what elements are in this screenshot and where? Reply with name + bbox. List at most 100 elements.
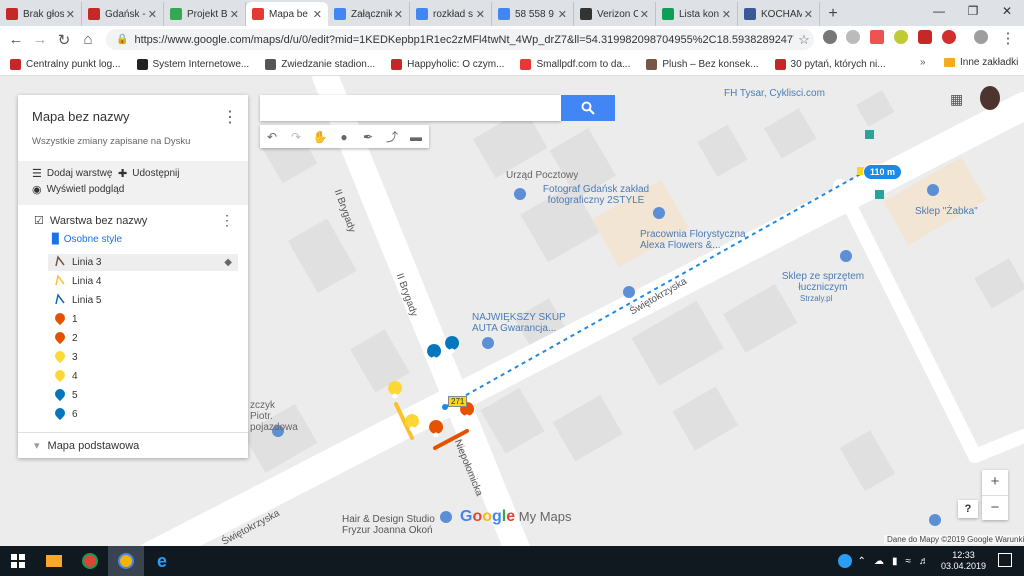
add-marker-icon[interactable]: ● bbox=[332, 130, 356, 144]
cloud-icon[interactable]: ☁ bbox=[874, 556, 884, 567]
browser-tab[interactable]: 58 558 9 ✕ bbox=[492, 2, 574, 26]
wifi-icon[interactable]: ≈ bbox=[905, 556, 911, 567]
map-title[interactable]: Mapa bez nazwy bbox=[32, 109, 130, 124]
back-button[interactable]: ← bbox=[4, 31, 28, 48]
share-button[interactable]: ✚ Udostępnij bbox=[118, 167, 179, 180]
edge-icon[interactable]: e bbox=[144, 546, 180, 576]
legend-marker-item[interactable]: 5 bbox=[48, 386, 238, 404]
legend-marker-item[interactable]: 3 bbox=[48, 348, 238, 366]
extension-icon[interactable] bbox=[846, 30, 860, 44]
tab-close-icon[interactable]: ✕ bbox=[804, 8, 813, 21]
home-icon[interactable]: ⌂ bbox=[76, 31, 100, 48]
apps-grid-icon[interactable]: ▦ bbox=[950, 91, 963, 108]
address-bar[interactable]: 🔒 https://www.google.com/maps/d/u/0/edit… bbox=[106, 29, 814, 50]
map-attribution[interactable]: Dane do Mapy ©2019 Google Warunki bbox=[884, 535, 1024, 544]
browser-tab[interactable]: Załącznik ✕ bbox=[328, 2, 410, 26]
battery-icon[interactable]: ▮ bbox=[892, 556, 898, 567]
chrome-icon-active[interactable] bbox=[108, 546, 144, 576]
new-tab-button[interactable]: + bbox=[820, 2, 846, 26]
bookmark-item[interactable]: Happyholic: O czym... bbox=[391, 58, 504, 70]
poi-label[interactable]: Urząd Pocztowy bbox=[506, 170, 578, 181]
reload-button[interactable]: ↻ bbox=[52, 31, 76, 49]
legend-line-item[interactable]: Linia 3 ◆ bbox=[48, 254, 238, 271]
start-button[interactable] bbox=[0, 546, 36, 576]
poi-label[interactable]: Sklep ze sprzętem łuczniczym bbox=[778, 271, 868, 293]
restore-button[interactable]: ❐ bbox=[956, 0, 990, 24]
minimize-button[interactable]: — bbox=[922, 0, 956, 24]
legend-line-item[interactable]: Linia 5 bbox=[48, 292, 238, 309]
panel-more-icon[interactable]: ⋮ bbox=[222, 107, 238, 127]
browser-tab[interactable]: Mapa be ✕ bbox=[246, 2, 328, 26]
user-avatar[interactable] bbox=[980, 86, 1000, 110]
map-search-input[interactable] bbox=[260, 95, 561, 121]
base-map-toggle[interactable]: ▾ Mapa podstawowa bbox=[34, 439, 139, 453]
layer-header[interactable]: ☑ Warstwa bez nazwy bbox=[34, 214, 147, 228]
tab-close-icon[interactable]: ✕ bbox=[313, 8, 322, 21]
draw-line-icon[interactable]: ✒ bbox=[356, 130, 380, 144]
poi-label[interactable]: FH Tysar, Cyklisci.com bbox=[724, 88, 825, 99]
poi-label[interactable]: NAJWIĘKSZY SKUP AUTA Gwarancja... bbox=[472, 312, 568, 334]
volume-icon[interactable]: ♬ bbox=[919, 556, 929, 567]
bookmark-item[interactable]: Plush – Bez konsek... bbox=[646, 58, 759, 70]
poi-label[interactable]: zczyk Piotr. pojazdowa bbox=[250, 400, 300, 433]
notifications-icon[interactable] bbox=[998, 553, 1012, 567]
tab-close-icon[interactable]: ✕ bbox=[66, 8, 75, 21]
help-button[interactable]: ? bbox=[958, 500, 978, 518]
poi-label[interactable]: Sklep "Żabka" bbox=[915, 206, 978, 217]
help-tray-icon[interactable] bbox=[837, 554, 852, 568]
bookmark-item[interactable]: System Internetowe... bbox=[136, 58, 249, 70]
hand-tool-icon[interactable]: ✋ bbox=[308, 130, 332, 144]
tab-close-icon[interactable]: ✕ bbox=[230, 8, 239, 21]
other-bookmarks-folder[interactable]: Inne zakładki bbox=[944, 57, 1018, 68]
legend-marker-item[interactable]: 4 bbox=[48, 367, 238, 385]
bookmark-item[interactable]: 30 pytań, których ni... bbox=[774, 58, 886, 70]
adblock-icon[interactable] bbox=[918, 30, 932, 44]
file-explorer-icon[interactable] bbox=[36, 546, 72, 576]
poi-label[interactable]: Pracownia Florystyczna Alexa Flowers &..… bbox=[640, 229, 760, 251]
browser-tab[interactable]: Brak głos ✕ bbox=[0, 2, 82, 26]
tab-close-icon[interactable]: ✕ bbox=[394, 8, 403, 21]
preview-button[interactable]: ◉ Wyświetl podgląd bbox=[32, 183, 124, 196]
poi-label[interactable]: Hair & Design Studio Fryzur Joanna Okoń bbox=[342, 514, 442, 536]
layer-more-icon[interactable]: ⋮ bbox=[220, 212, 234, 229]
bookmark-star-icon[interactable]: ☆ bbox=[794, 32, 814, 48]
legend-marker-item[interactable]: 1 bbox=[48, 310, 238, 328]
extension-icon[interactable] bbox=[942, 30, 956, 44]
chrome-icon[interactable] bbox=[72, 546, 108, 576]
layer-style-link[interactable]: ▉ Osobne style bbox=[52, 234, 122, 245]
browser-tab[interactable]: Verizon C ✕ bbox=[574, 2, 656, 26]
extension-icon[interactable] bbox=[894, 30, 908, 44]
directions-icon[interactable]: ⤴ bbox=[380, 128, 404, 145]
browser-tab[interactable]: Gdańsk - ✕ bbox=[82, 2, 164, 26]
tab-close-icon[interactable]: ✕ bbox=[476, 8, 485, 21]
forward-button[interactable]: → bbox=[28, 31, 52, 48]
extension-icon[interactable] bbox=[823, 30, 837, 44]
browser-tab[interactable]: rozkład s ✕ bbox=[410, 2, 492, 26]
redo-icon[interactable]: ↷ bbox=[284, 130, 308, 144]
poi-label[interactable]: Fotograf Gdańsk zakład fotograficzny 2ST… bbox=[536, 184, 656, 206]
extension-icon[interactable] bbox=[870, 30, 884, 44]
tab-close-icon[interactable]: ✕ bbox=[558, 8, 567, 21]
clock[interactable]: 12:33 03.04.2019 bbox=[941, 550, 986, 572]
bookmark-item[interactable]: Smallpdf.com to da... bbox=[520, 58, 630, 70]
bookmark-item[interactable]: Zwiedzanie stadion... bbox=[265, 58, 375, 70]
tab-close-icon[interactable]: ✕ bbox=[640, 8, 649, 21]
map-search-button[interactable] bbox=[561, 95, 615, 121]
legend-line-item[interactable]: Linia 4 bbox=[48, 273, 238, 290]
style-paint-icon[interactable]: ◆ bbox=[224, 257, 232, 268]
bookmark-item[interactable]: Centralny punkt log... bbox=[10, 58, 121, 70]
tab-close-icon[interactable]: ✕ bbox=[722, 8, 731, 21]
zoom-out-button[interactable]: − bbox=[982, 496, 1008, 521]
profile-avatar[interactable] bbox=[974, 30, 988, 44]
poi-label[interactable]: Strzaly.pl bbox=[800, 293, 832, 304]
menu-icon[interactable]: ⋮ bbox=[996, 29, 1020, 47]
legend-marker-item[interactable]: 6 bbox=[48, 405, 238, 423]
browser-tab[interactable]: Lista kon ✕ bbox=[656, 2, 738, 26]
undo-icon[interactable]: ↶ bbox=[260, 130, 284, 144]
add-layer-button[interactable]: ☰ Dodaj warstwę bbox=[32, 167, 112, 180]
tab-close-icon[interactable]: ✕ bbox=[148, 8, 157, 21]
chevron-up-icon[interactable]: ⌃ bbox=[858, 556, 866, 567]
zoom-in-button[interactable]: + bbox=[982, 470, 1008, 496]
browser-tab[interactable]: KOCHAM ✕ bbox=[738, 2, 820, 26]
browser-tab[interactable]: Projekt B ✕ bbox=[164, 2, 246, 26]
